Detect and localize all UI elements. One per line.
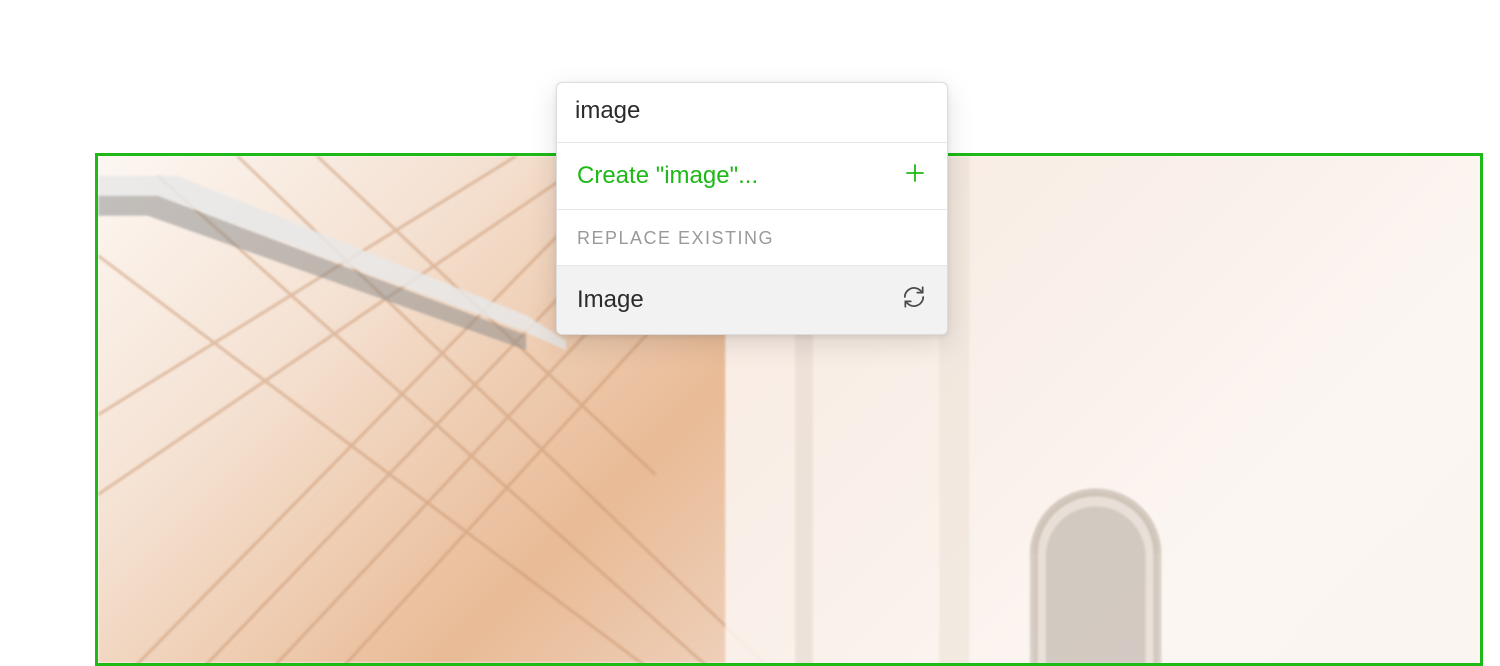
create-option[interactable]: Create "image"...	[557, 143, 947, 210]
asset-picker-dropdown: Create "image"... REPLACE EXISTING Image	[556, 82, 948, 335]
section-header-label: REPLACE EXISTING	[577, 228, 774, 248]
search-input[interactable]	[575, 97, 929, 125]
sync-icon	[901, 284, 927, 315]
section-header: REPLACE EXISTING	[557, 210, 947, 266]
search-input-wrap	[557, 83, 947, 143]
option-label: Image	[577, 286, 644, 314]
create-option-label: Create "image"...	[577, 162, 758, 190]
plus-icon	[903, 161, 927, 190]
option-image[interactable]: Image	[557, 266, 947, 334]
